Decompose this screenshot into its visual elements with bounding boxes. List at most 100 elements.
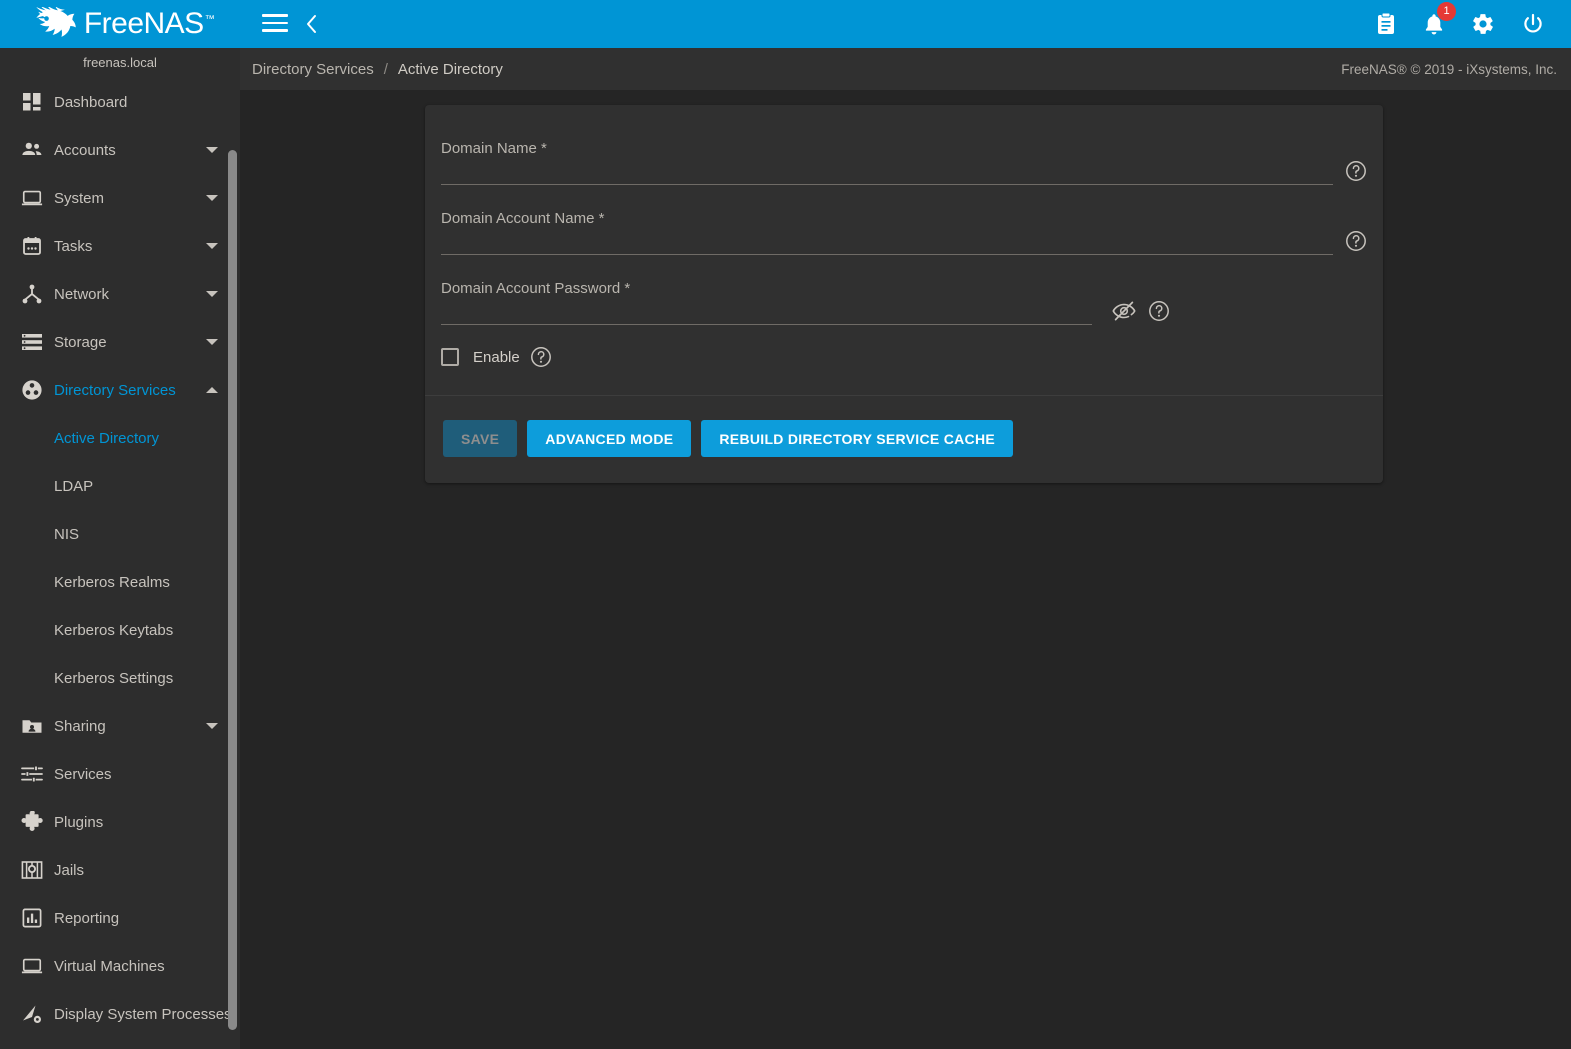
sidebar-item-label: Virtual Machines <box>54 957 165 975</box>
hamburger-menu-button[interactable] <box>262 14 288 34</box>
sidebar-item-plugins[interactable]: Plugins <box>0 798 240 846</box>
sidebar-item-virtual-machines[interactable]: Virtual Machines <box>0 942 240 990</box>
enable-checkbox-label[interactable]: Enable <box>473 349 520 366</box>
sidebar-item-storage[interactable]: Storage <box>0 318 240 366</box>
breadcrumb-parent[interactable]: Directory Services <box>252 61 374 78</box>
breadcrumb: Directory Services / Active Directory <box>252 61 503 78</box>
sidebar-item-label: Reporting <box>54 909 120 927</box>
sidebar-item-network[interactable]: Network <box>0 270 240 318</box>
sidebar-item-accounts[interactable]: Accounts <box>0 126 240 174</box>
eye-off-icon[interactable] <box>1112 299 1136 323</box>
sidebar-item-directory-services[interactable]: Directory Services <box>0 366 240 414</box>
sidebar-item-label: Services <box>54 765 112 783</box>
domain-account-password-field: Domain Account Password * <box>441 267 1367 325</box>
chevron-left-icon <box>307 15 316 33</box>
topbar-left-controls <box>240 13 318 35</box>
sidebar-subitem-nis[interactable]: NIS <box>0 510 240 558</box>
sidebar-item-jails[interactable]: Jails <box>0 846 240 894</box>
domain-account-name-input[interactable] <box>441 229 1333 255</box>
sidebar-item-label: Display System Processes <box>54 1005 232 1023</box>
sidebar-subitem-kerberos-realms[interactable]: Kerberos Realms <box>0 558 240 606</box>
system-icon <box>12 188 52 208</box>
sidebar-scrollbar-track[interactable] <box>228 150 237 1035</box>
plugins-icon <box>12 811 52 833</box>
reporting-icon <box>12 908 52 928</box>
domain-name-field: Domain Name * <box>441 127 1367 185</box>
clipboard-icon-button[interactable] <box>1375 12 1397 36</box>
save-button[interactable]: SAVE <box>443 420 518 457</box>
sidebar-item-reporting[interactable]: Reporting <box>0 894 240 942</box>
sidebar-subitem-label: Active Directory <box>54 429 160 447</box>
sidebar-collapse-button[interactable] <box>304 13 318 35</box>
domain-name-input[interactable] <box>441 159 1333 185</box>
sidebar-item-label: Network <box>54 285 110 303</box>
sidebar-item-label: System <box>54 189 105 207</box>
power-button[interactable] <box>1521 12 1545 36</box>
help-circle-icon[interactable] <box>1148 300 1170 322</box>
chevron-down-icon <box>206 243 218 249</box>
power-icon <box>1524 13 1542 33</box>
sidebar-item-dashboard[interactable]: Dashboard <box>0 78 240 126</box>
sidebar-item-label: Dashboard <box>54 93 128 111</box>
network-icon <box>12 284 52 304</box>
enable-checkbox[interactable] <box>441 348 459 366</box>
sidebar-subitem-label: Kerberos Settings <box>54 669 174 687</box>
chevron-down-icon <box>206 723 218 729</box>
domain-account-password-input[interactable] <box>441 299 1092 325</box>
sidebar-item-tasks[interactable]: Tasks <box>0 222 240 270</box>
sidebar-item-label: Sharing <box>54 717 106 735</box>
sidebar-item-label: Jails <box>54 861 85 879</box>
chevron-down-icon <box>206 339 218 345</box>
alerts-badge: 1 <box>1437 2 1456 21</box>
content-area: Domain Name * Domain Account Name * Doma… <box>240 90 1571 1049</box>
jails-icon <box>12 859 52 881</box>
sidebar-item-label: Storage <box>54 333 107 351</box>
enable-checkbox-row: Enable <box>441 337 1367 377</box>
app-root: FreeNAS™ 1 freenas.local Dashboard Accou… <box>0 0 1571 1049</box>
sidebar-scrollbar-thumb[interactable] <box>228 150 237 1030</box>
brand-logo-area[interactable]: FreeNAS™ <box>0 0 240 48</box>
domain-account-name-field: Domain Account Name * <box>441 197 1367 255</box>
sidebar-subitem-ldap[interactable]: LDAP <box>0 462 240 510</box>
sidebar-subitem-label: Kerberos Keytabs <box>54 621 174 639</box>
sidebar-item-display-system-processes[interactable]: Display System Processes <box>0 990 240 1038</box>
form-fields-area: Domain Name * Domain Account Name * Doma… <box>425 105 1383 395</box>
top-bar: FreeNAS™ 1 <box>0 0 1571 48</box>
settings-gear-button[interactable] <box>1471 12 1495 36</box>
brand-trademark: ™ <box>204 14 215 25</box>
sidebar-item-system[interactable]: System <box>0 174 240 222</box>
storage-icon <box>12 332 52 352</box>
hamburger-icon <box>262 14 288 34</box>
help-circle-icon[interactable] <box>530 346 552 368</box>
breadcrumb-current: Active Directory <box>397 60 503 78</box>
freenas-fish-logo-icon <box>36 7 76 37</box>
sidebar-subitem-active-directory[interactable]: Active Directory <box>0 414 240 462</box>
chevron-up-icon <box>206 387 218 393</box>
sidebar-item-label: Tasks <box>54 237 93 255</box>
sidebar-subitem-kerberos-settings[interactable]: Kerberos Settings <box>0 654 240 702</box>
sidebar-subitem-kerberos-keytabs[interactable]: Kerberos Keytabs <box>0 606 240 654</box>
domain-name-label: Domain Name * <box>441 140 547 157</box>
sidebar-item-label: Accounts <box>54 141 116 159</box>
sidebar-item-label: Plugins <box>54 813 104 831</box>
sidebar-item-services[interactable]: Services <box>0 750 240 798</box>
help-circle-icon[interactable] <box>1345 160 1367 182</box>
sidebar-item-sharing[interactable]: Sharing <box>0 702 240 750</box>
chevron-down-icon <box>206 147 218 153</box>
domain-account-name-label: Domain Account Name * <box>441 210 605 227</box>
virtual-machines-icon <box>12 956 52 976</box>
alerts-bell-button[interactable]: 1 <box>1423 2 1456 36</box>
sidebar-subitem-label: LDAP <box>54 477 94 495</box>
domain-account-name-input-wrap: Domain Account Name * <box>441 210 1333 255</box>
help-circle-icon[interactable] <box>1345 230 1367 252</box>
breadcrumb-bar: Directory Services / Active Directory Fr… <box>240 48 1571 90</box>
chevron-down-icon <box>206 195 218 201</box>
domain-account-password-label: Domain Account Password * <box>441 280 631 297</box>
advanced-mode-button[interactable]: ADVANCED MODE <box>527 420 692 457</box>
directory-services-icon <box>12 379 52 401</box>
sidebar-hostname: freenas.local <box>83 55 157 70</box>
active-directory-form-card: Domain Name * Domain Account Name * Doma… <box>425 105 1383 483</box>
rebuild-directory-service-cache-button[interactable]: REBUILD DIRECTORY SERVICE CACHE <box>701 420 1013 457</box>
form-actions: SAVE ADVANCED MODE REBUILD DIRECTORY SER… <box>425 396 1383 483</box>
sidebar-item-label: Directory Services <box>54 381 176 399</box>
